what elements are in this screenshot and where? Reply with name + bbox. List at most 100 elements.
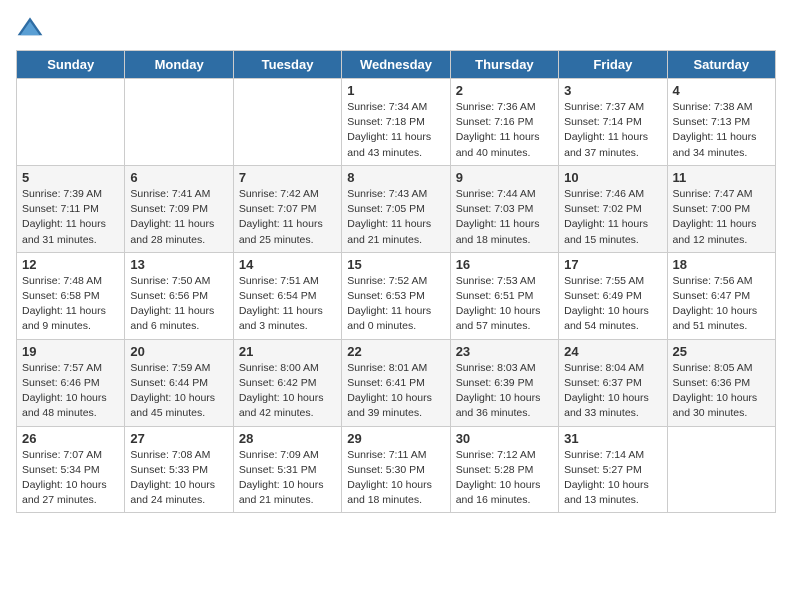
day-number: 20	[130, 344, 227, 359]
day-number: 14	[239, 257, 336, 272]
calendar-day-cell: 25 Sunrise: 8:05 AM Sunset: 6:36 PM Dayli…	[667, 339, 775, 426]
calendar-day-cell: 7 Sunrise: 7:42 AM Sunset: 7:07 PM Daylig…	[233, 165, 341, 252]
day-info: Sunrise: 7:11 AM Sunset: 5:30 PM Dayligh…	[347, 448, 444, 509]
weekday-header-saturday: Saturday	[667, 51, 775, 79]
calendar-day-cell: 19Sunrise: 7:57 AM Sunset: 6:46 PM Dayli…	[17, 339, 125, 426]
day-info: Sunrise: 8:04 AM Sunset: 6:37 PM Dayligh…	[564, 361, 661, 422]
calendar-day-cell: 14 Sunrise: 7:51 AM Sunset: 6:54 PM Dayli…	[233, 252, 341, 339]
day-info: Sunrise: 7:52 AM Sunset: 6:53 PM Dayligh…	[347, 274, 444, 335]
day-number: 13	[130, 257, 227, 272]
day-number: 31	[564, 431, 661, 446]
day-info: Sunrise: 7:46 AM Sunset: 7:02 PM Dayligh…	[564, 187, 661, 248]
day-info: Sunrise: 7:37 AM Sunset: 7:14 PM Dayligh…	[564, 100, 661, 161]
calendar-day-cell: 27 Sunrise: 7:08 AM Sunset: 5:33 PM Dayli…	[125, 426, 233, 513]
calendar-day-cell: 31Sunrise: 7:14 AM Sunset: 5:27 PM Dayli…	[559, 426, 667, 513]
weekday-header-thursday: Thursday	[450, 51, 558, 79]
weekday-header-sunday: Sunday	[17, 51, 125, 79]
day-number: 25	[673, 344, 770, 359]
day-info: Sunrise: 7:43 AM Sunset: 7:05 PM Dayligh…	[347, 187, 444, 248]
calendar-empty-cell	[125, 79, 233, 166]
weekday-header-row: SundayMondayTuesdayWednesdayThursdayFrid…	[17, 51, 776, 79]
day-info: Sunrise: 7:59 AM Sunset: 6:44 PM Dayligh…	[130, 361, 227, 422]
day-info: Sunrise: 7:41 AM Sunset: 7:09 PM Dayligh…	[130, 187, 227, 248]
day-info: Sunrise: 7:34 AM Sunset: 7:18 PM Dayligh…	[347, 100, 444, 161]
day-number: 10	[564, 170, 661, 185]
calendar-week-row: 5 Sunrise: 7:39 AM Sunset: 7:11 PM Daylig…	[17, 165, 776, 252]
calendar-day-cell: 10 Sunrise: 7:46 AM Sunset: 7:02 PM Dayli…	[559, 165, 667, 252]
day-number: 23	[456, 344, 553, 359]
day-info: Sunrise: 7:48 AM Sunset: 6:58 PM Dayligh…	[22, 274, 119, 335]
day-number: 17	[564, 257, 661, 272]
day-info: Sunrise: 7:12 AM Sunset: 5:28 PM Dayligh…	[456, 448, 553, 509]
day-number: 4	[673, 83, 770, 98]
day-number: 29	[347, 431, 444, 446]
calendar-day-cell: 24 Sunrise: 8:04 AM Sunset: 6:37 PM Dayli…	[559, 339, 667, 426]
day-info: Sunrise: 7:36 AM Sunset: 7:16 PM Dayligh…	[456, 100, 553, 161]
calendar-day-cell: 15 Sunrise: 7:52 AM Sunset: 6:53 PM Dayli…	[342, 252, 450, 339]
calendar-day-cell: 4 Sunrise: 7:38 AM Sunset: 7:13 PM Daylig…	[667, 79, 775, 166]
day-number: 8	[347, 170, 444, 185]
calendar-day-cell: 13 Sunrise: 7:50 AM Sunset: 6:56 PM Dayli…	[125, 252, 233, 339]
logo-icon	[16, 16, 44, 38]
calendar-day-cell: 12 Sunrise: 7:48 AM Sunset: 6:58 PM Dayli…	[17, 252, 125, 339]
calendar-day-cell: 21Sunrise: 8:00 AM Sunset: 6:42 PM Dayli…	[233, 339, 341, 426]
day-info: Sunrise: 7:53 AM Sunset: 6:51 PM Dayligh…	[456, 274, 553, 335]
day-number: 21	[239, 344, 336, 359]
calendar-week-row: 26Sunrise: 7:07 AM Sunset: 5:34 PM Dayli…	[17, 426, 776, 513]
calendar-day-cell: 1 Sunrise: 7:34 AM Sunset: 7:18 PM Daylig…	[342, 79, 450, 166]
day-number: 3	[564, 83, 661, 98]
calendar-week-row: 19Sunrise: 7:57 AM Sunset: 6:46 PM Dayli…	[17, 339, 776, 426]
calendar-week-row: 1 Sunrise: 7:34 AM Sunset: 7:18 PM Daylig…	[17, 79, 776, 166]
day-number: 11	[673, 170, 770, 185]
weekday-header-wednesday: Wednesday	[342, 51, 450, 79]
calendar-empty-cell	[233, 79, 341, 166]
day-info: Sunrise: 7:50 AM Sunset: 6:56 PM Dayligh…	[130, 274, 227, 335]
day-number: 27	[130, 431, 227, 446]
day-number: 6	[130, 170, 227, 185]
day-number: 12	[22, 257, 119, 272]
calendar-day-cell: 3 Sunrise: 7:37 AM Sunset: 7:14 PM Daylig…	[559, 79, 667, 166]
calendar-empty-cell	[667, 426, 775, 513]
calendar-day-cell: 6 Sunrise: 7:41 AM Sunset: 7:09 PM Daylig…	[125, 165, 233, 252]
day-info: Sunrise: 7:39 AM Sunset: 7:11 PM Dayligh…	[22, 187, 119, 248]
calendar-day-cell: 5 Sunrise: 7:39 AM Sunset: 7:11 PM Daylig…	[17, 165, 125, 252]
calendar-day-cell: 23 Sunrise: 8:03 AM Sunset: 6:39 PM Dayli…	[450, 339, 558, 426]
calendar-table: SundayMondayTuesdayWednesdayThursdayFrid…	[16, 50, 776, 513]
calendar-empty-cell	[17, 79, 125, 166]
day-number: 7	[239, 170, 336, 185]
day-info: Sunrise: 8:03 AM Sunset: 6:39 PM Dayligh…	[456, 361, 553, 422]
day-info: Sunrise: 7:42 AM Sunset: 7:07 PM Dayligh…	[239, 187, 336, 248]
logo	[16, 16, 48, 38]
day-number: 16	[456, 257, 553, 272]
day-number: 24	[564, 344, 661, 359]
calendar-day-cell: 2 Sunrise: 7:36 AM Sunset: 7:16 PM Daylig…	[450, 79, 558, 166]
day-info: Sunrise: 7:08 AM Sunset: 5:33 PM Dayligh…	[130, 448, 227, 509]
day-info: Sunrise: 7:09 AM Sunset: 5:31 PM Dayligh…	[239, 448, 336, 509]
weekday-header-monday: Monday	[125, 51, 233, 79]
calendar-day-cell: 11Sunrise: 7:47 AM Sunset: 7:00 PM Dayli…	[667, 165, 775, 252]
weekday-header-tuesday: Tuesday	[233, 51, 341, 79]
day-number: 22	[347, 344, 444, 359]
day-number: 9	[456, 170, 553, 185]
day-info: Sunrise: 7:56 AM Sunset: 6:47 PM Dayligh…	[673, 274, 770, 335]
calendar-day-cell: 26Sunrise: 7:07 AM Sunset: 5:34 PM Dayli…	[17, 426, 125, 513]
day-number: 1	[347, 83, 444, 98]
day-number: 5	[22, 170, 119, 185]
calendar-week-row: 12 Sunrise: 7:48 AM Sunset: 6:58 PM Dayli…	[17, 252, 776, 339]
calendar-day-cell: 18Sunrise: 7:56 AM Sunset: 6:47 PM Dayli…	[667, 252, 775, 339]
calendar-day-cell: 28Sunrise: 7:09 AM Sunset: 5:31 PM Dayli…	[233, 426, 341, 513]
day-number: 15	[347, 257, 444, 272]
day-info: Sunrise: 7:55 AM Sunset: 6:49 PM Dayligh…	[564, 274, 661, 335]
calendar-day-cell: 8 Sunrise: 7:43 AM Sunset: 7:05 PM Daylig…	[342, 165, 450, 252]
calendar-day-cell: 20 Sunrise: 7:59 AM Sunset: 6:44 PM Dayli…	[125, 339, 233, 426]
day-number: 26	[22, 431, 119, 446]
day-number: 19	[22, 344, 119, 359]
day-number: 30	[456, 431, 553, 446]
page-header	[16, 16, 776, 38]
day-info: Sunrise: 8:05 AM Sunset: 6:36 PM Dayligh…	[673, 361, 770, 422]
day-info: Sunrise: 7:38 AM Sunset: 7:13 PM Dayligh…	[673, 100, 770, 161]
calendar-day-cell: 22 Sunrise: 8:01 AM Sunset: 6:41 PM Dayli…	[342, 339, 450, 426]
day-info: Sunrise: 7:51 AM Sunset: 6:54 PM Dayligh…	[239, 274, 336, 335]
day-number: 2	[456, 83, 553, 98]
day-info: Sunrise: 8:01 AM Sunset: 6:41 PM Dayligh…	[347, 361, 444, 422]
